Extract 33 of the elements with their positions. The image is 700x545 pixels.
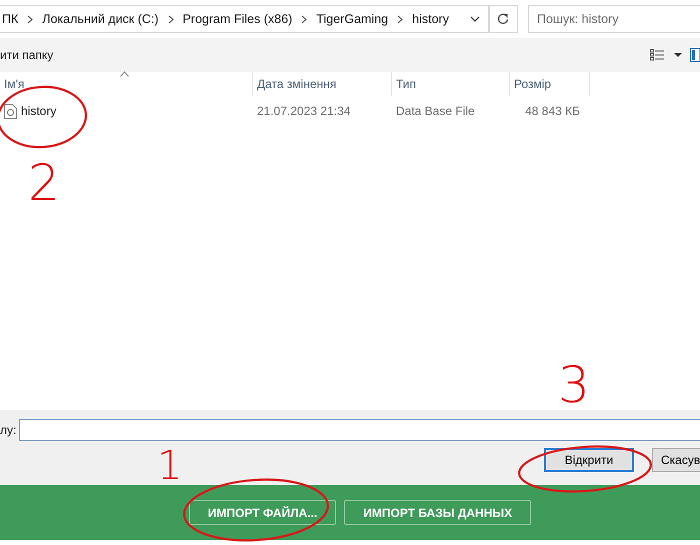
dropdown-icon[interactable] — [674, 52, 682, 58]
pane-icon[interactable] — [690, 48, 700, 62]
refresh-button[interactable] — [488, 5, 518, 33]
file-icon — [4, 104, 17, 118]
breadcrumb-item[interactable]: Локальний диск (C:) — [42, 12, 159, 26]
file-name-field[interactable] — [19, 419, 700, 441]
search-field[interactable]: Пошук: history — [528, 5, 700, 33]
file-name[interactable]: history — [21, 104, 56, 118]
breadcrumb-item[interactable]: history — [412, 12, 449, 26]
table-cell-text: Data Base File — [395, 104, 476, 118]
breadcrumb-item[interactable]: ПК — [2, 12, 18, 26]
column-header[interactable]: Розмір — [510, 72, 590, 96]
breadcrumb-item[interactable]: Program Files (x86) — [182, 12, 292, 26]
dropdown-icon[interactable] — [470, 15, 480, 23]
handwritten-number: 1 — [157, 446, 182, 486]
dialog-button[interactable]: Скасув — [652, 448, 700, 472]
column-header[interactable]: Тип — [392, 72, 510, 96]
handwritten-number: 2 — [28, 158, 60, 208]
table-cell-text: 48 843 КБ — [524, 104, 581, 118]
handwritten-number: 3 — [558, 360, 590, 410]
dialog-button[interactable]: Відкрити — [544, 448, 634, 472]
chevron-icon — [301, 14, 308, 24]
toolbar-button[interactable]: ити папку — [0, 48, 54, 62]
table-cell-text: 21.07.2023 21:34 — [256, 104, 352, 118]
chevron-icon — [27, 14, 34, 24]
view-icon[interactable] — [650, 49, 664, 61]
column-header[interactable]: Ім'я — [0, 72, 253, 96]
column-header[interactable]: Дата змінення — [253, 72, 392, 96]
field-label: лу: — [0, 423, 16, 437]
chevron-icon — [397, 14, 404, 24]
chevron-icon — [168, 14, 174, 24]
refresh-icon — [497, 13, 510, 25]
breadcrumb-item[interactable]: TigerGaming — [316, 12, 388, 26]
